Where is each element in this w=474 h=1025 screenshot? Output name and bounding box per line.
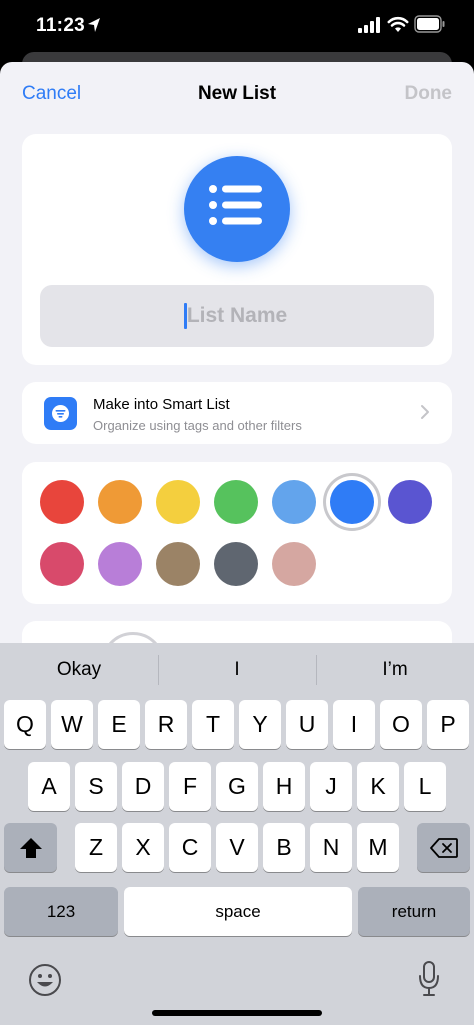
home-indicator	[152, 1010, 322, 1016]
chevron-right-icon	[421, 405, 429, 419]
smart-list-filter-icon	[44, 397, 77, 430]
key-t[interactable]: T	[192, 700, 234, 749]
suggestion-2[interactable]: I	[158, 659, 316, 681]
color-swatch[interactable]	[98, 542, 142, 586]
shift-icon	[19, 837, 42, 858]
color-swatch[interactable]	[40, 480, 84, 524]
key-q[interactable]: Q	[4, 700, 46, 749]
shift-key[interactable]	[4, 823, 57, 872]
delete-key[interactable]	[417, 823, 470, 872]
key-s[interactable]: S	[75, 762, 117, 811]
key-m[interactable]: M	[357, 823, 399, 872]
done-button[interactable]: Done	[405, 83, 453, 105]
list-name-input[interactable]	[40, 285, 434, 347]
key-w[interactable]: W	[51, 700, 93, 749]
key-y[interactable]: Y	[239, 700, 281, 749]
cellular-signal-icon	[358, 17, 380, 33]
suggestion-3[interactable]: I’m	[316, 659, 474, 681]
key-b[interactable]: B	[263, 823, 305, 872]
space-key[interactable]: space	[124, 887, 352, 936]
numbers-key[interactable]: 123	[4, 887, 118, 936]
battery-icon	[414, 15, 445, 33]
key-o[interactable]: O	[380, 700, 422, 749]
microphone-icon[interactable]	[418, 961, 440, 997]
color-swatch[interactable]	[214, 480, 258, 524]
key-p[interactable]: P	[427, 700, 469, 749]
page-title: New List	[197, 83, 277, 104]
color-swatch[interactable]	[98, 480, 142, 524]
key-v[interactable]: V	[216, 823, 258, 872]
status-time: 11:23	[36, 15, 86, 36]
color-swatch[interactable]	[272, 542, 316, 586]
delete-icon	[429, 837, 458, 858]
key-k[interactable]: K	[357, 762, 399, 811]
text-cursor	[184, 303, 187, 329]
key-c[interactable]: C	[169, 823, 211, 872]
suggestion-1[interactable]: Okay	[0, 659, 158, 681]
color-swatch[interactable]	[330, 480, 374, 524]
color-swatch[interactable]	[40, 542, 84, 586]
key-d[interactable]: D	[122, 762, 164, 811]
return-key[interactable]: return	[358, 887, 470, 936]
key-u[interactable]: U	[286, 700, 328, 749]
emoji-icon[interactable]	[28, 963, 62, 997]
key-l[interactable]: L	[404, 762, 446, 811]
status-bar: 11:23	[0, 0, 474, 52]
key-n[interactable]: N	[310, 823, 352, 872]
key-x[interactable]: X	[122, 823, 164, 872]
navigation-bar: Cancel New List Done	[0, 62, 474, 128]
key-r[interactable]: R	[145, 700, 187, 749]
color-swatch[interactable]	[156, 480, 200, 524]
smart-list-row[interactable]: Make into Smart List Organize using tags…	[22, 382, 452, 444]
suggestion-bar: Okay I I’m	[0, 643, 474, 697]
color-swatch[interactable]	[388, 480, 432, 524]
list-name-field[interactable]	[40, 285, 434, 347]
key-e[interactable]: E	[98, 700, 140, 749]
color-swatch[interactable]	[272, 480, 316, 524]
smart-list-subtitle: Organize using tags and other filters	[93, 418, 302, 433]
key-i[interactable]: I	[333, 700, 375, 749]
wifi-icon	[387, 16, 409, 32]
smart-list-title: Make into Smart List	[93, 396, 230, 413]
keyboard: Okay I I’m 123 space return QWERTYUIOPAS…	[0, 643, 474, 1025]
key-g[interactable]: G	[216, 762, 258, 811]
color-swatch[interactable]	[156, 542, 200, 586]
location-arrow-icon	[88, 18, 100, 32]
key-f[interactable]: F	[169, 762, 211, 811]
key-z[interactable]: Z	[75, 823, 117, 872]
key-a[interactable]: A	[28, 762, 70, 811]
list-name-card	[22, 134, 452, 365]
key-h[interactable]: H	[263, 762, 305, 811]
color-swatch[interactable]	[214, 542, 258, 586]
key-j[interactable]: J	[310, 762, 352, 811]
list-bullet-icon[interactable]	[184, 156, 290, 262]
color-picker-card	[22, 462, 452, 604]
